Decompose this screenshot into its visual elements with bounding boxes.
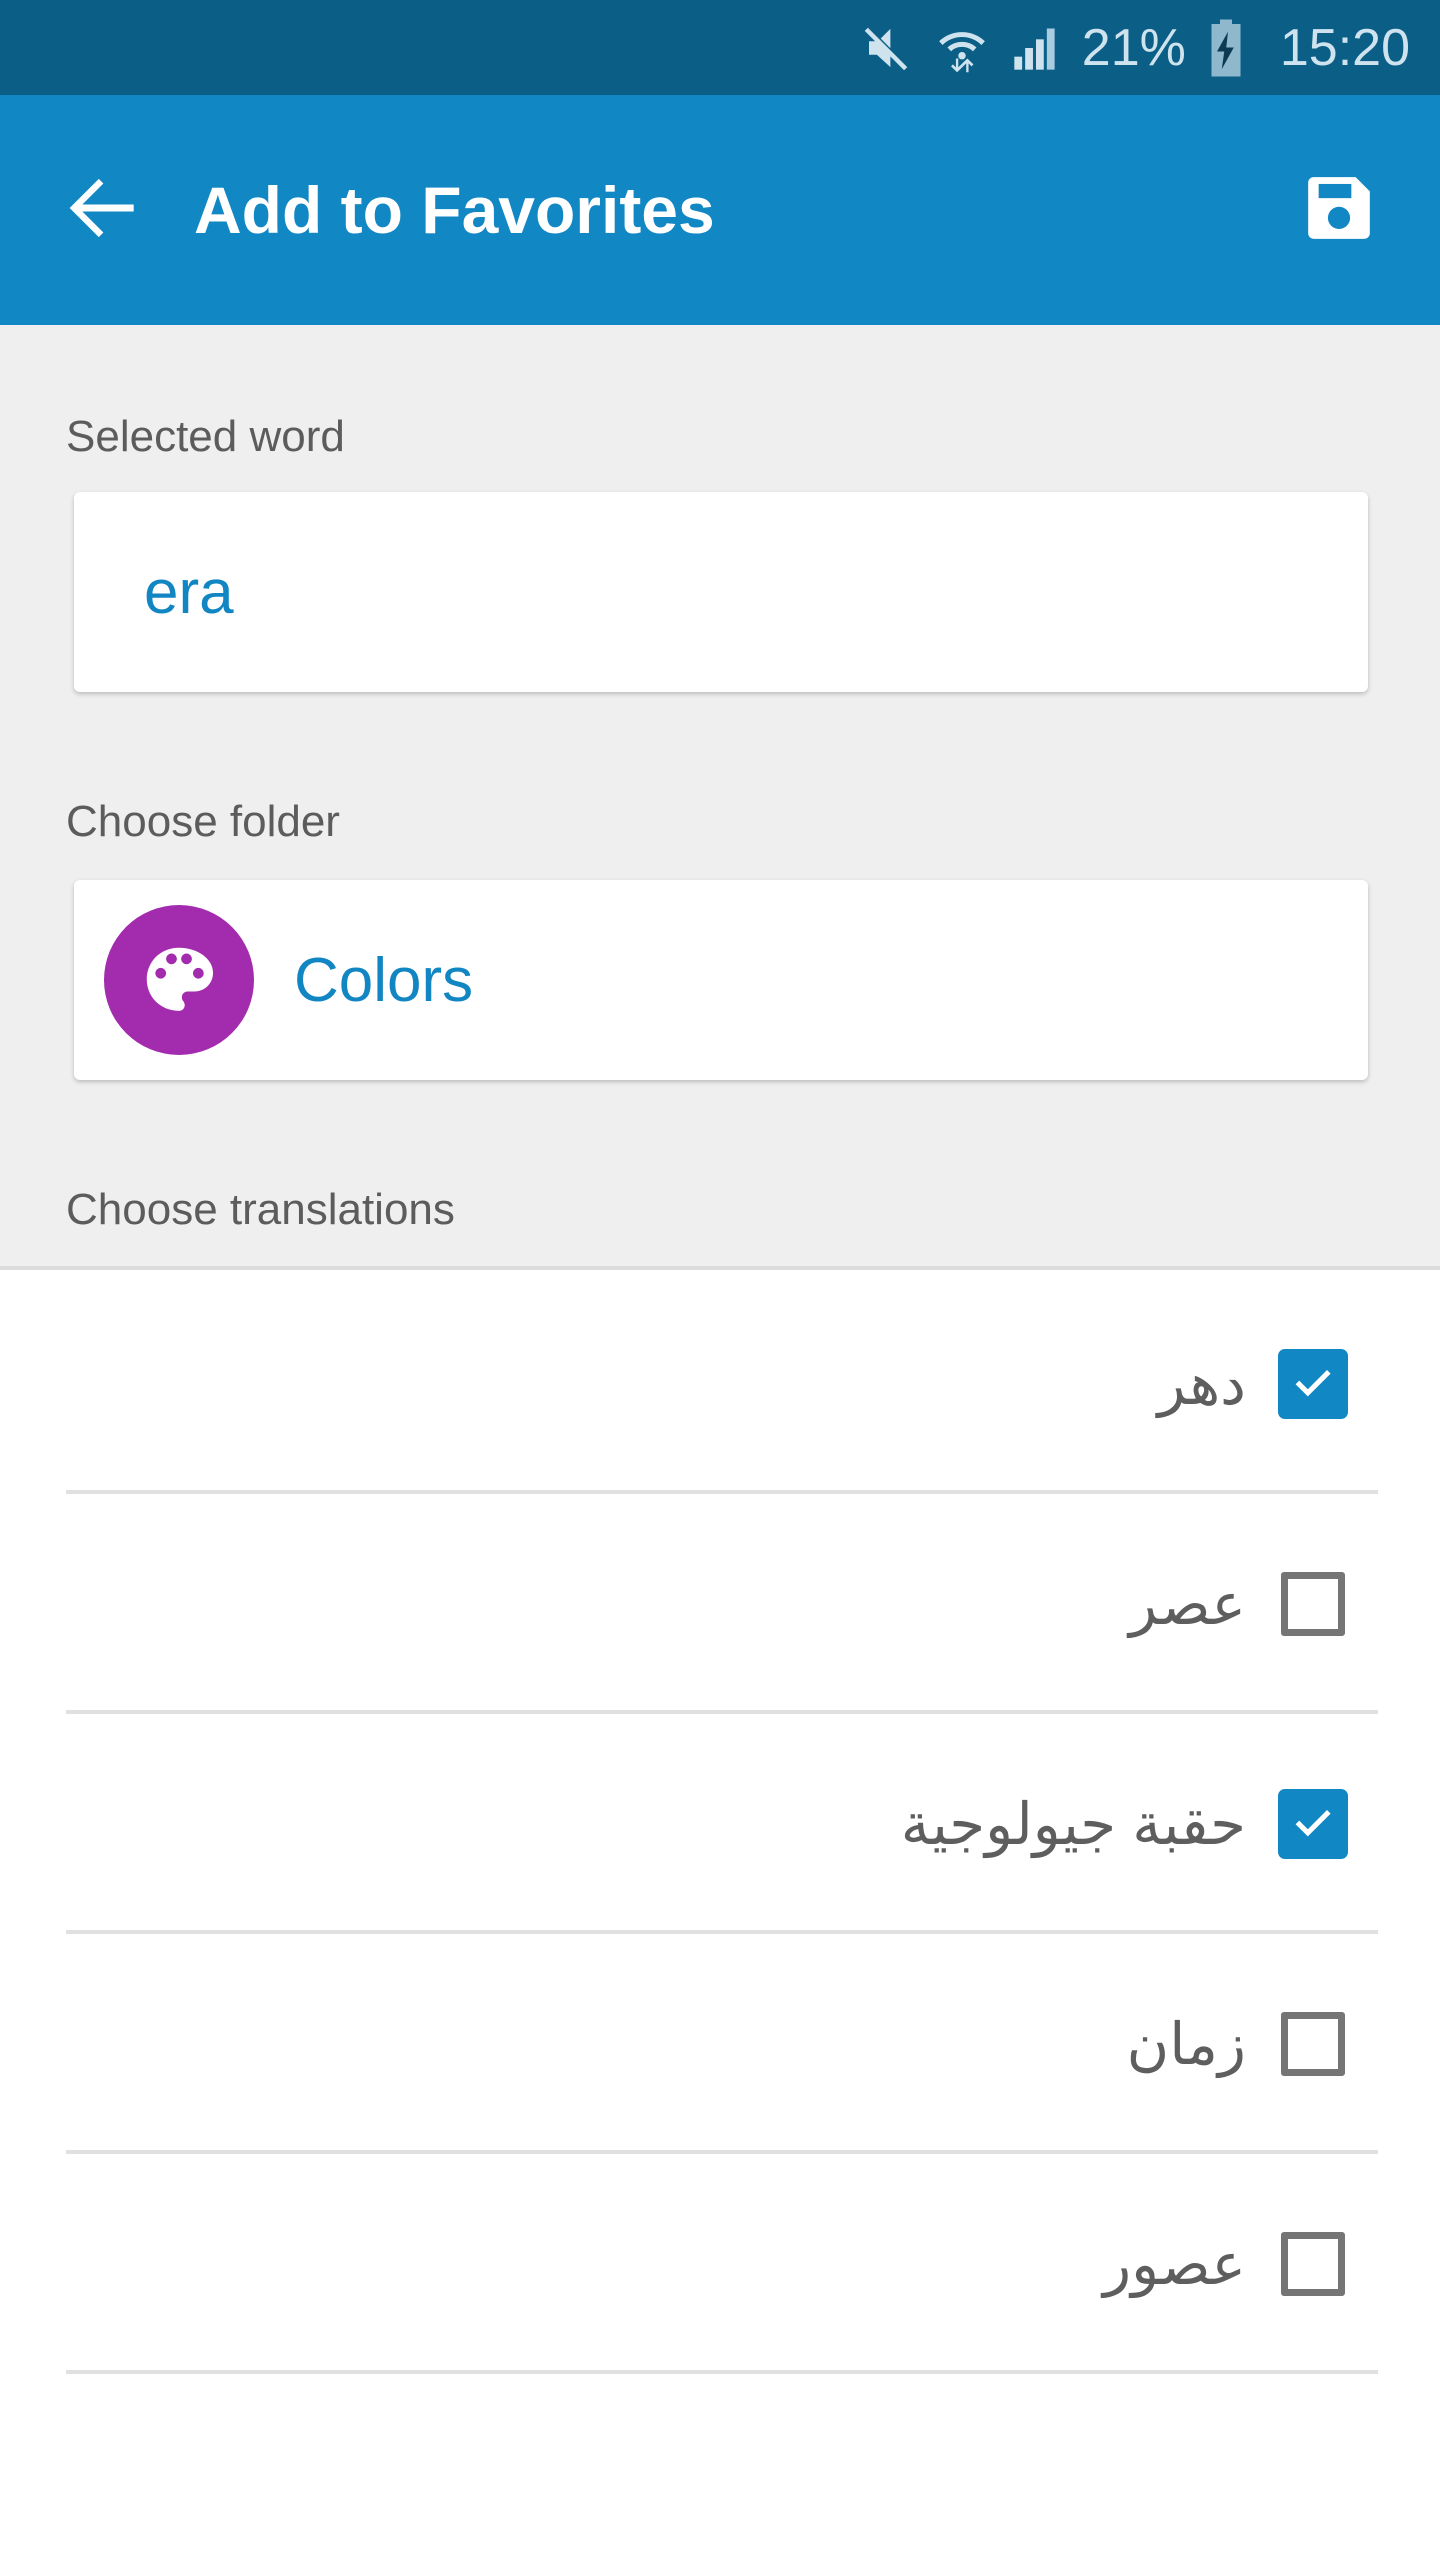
- translation-text: دهر: [1157, 1352, 1246, 1417]
- translation-row[interactable]: حقبة جيولوجية: [0, 1714, 1440, 1934]
- translation-checkbox[interactable]: [1278, 2009, 1348, 2079]
- mute-icon: [860, 21, 914, 75]
- choose-translations-label: Choose translations: [66, 1185, 455, 1234]
- palette-icon: [104, 905, 254, 1055]
- translation-row[interactable]: عصور: [0, 2154, 1440, 2374]
- folder-icon-wrap: [104, 905, 254, 1055]
- row-divider: [66, 2370, 1378, 2374]
- checkbox-unchecked-icon: [1281, 2232, 1345, 2296]
- translation-text: عصور: [1103, 2232, 1246, 2297]
- translation-text: زمان: [1126, 2012, 1246, 2077]
- save-button[interactable]: [1284, 155, 1394, 265]
- battery-percent-label: 21%: [1081, 18, 1186, 77]
- translation-text: حقبة جيولوجية: [900, 1792, 1246, 1857]
- checkbox-unchecked-icon: [1281, 2012, 1345, 2076]
- translation-checkbox[interactable]: [1278, 2229, 1348, 2299]
- form-area: Selected word era Choose folder Colors C…: [0, 325, 1440, 1270]
- app-screen: 21% 15:20 Add to Favorites Selected word…: [0, 0, 1440, 2560]
- clock-label: 15:20: [1279, 18, 1410, 77]
- page-title: Add to Favorites: [194, 173, 715, 247]
- translation-row[interactable]: عصر: [0, 1494, 1440, 1714]
- folder-selector-card[interactable]: Colors: [74, 880, 1368, 1080]
- selected-word-card[interactable]: era: [74, 492, 1368, 692]
- translation-row[interactable]: زمان: [0, 1934, 1440, 2154]
- app-bar: Add to Favorites: [0, 95, 1440, 325]
- checkbox-checked-icon: [1278, 1349, 1348, 1419]
- signal-icon: [1010, 22, 1062, 74]
- translation-text: عصر: [1129, 1572, 1246, 1637]
- back-button[interactable]: [48, 155, 158, 265]
- choose-folder-label: Choose folder: [66, 797, 340, 846]
- checkbox-unchecked-icon: [1281, 1572, 1345, 1636]
- translation-checkbox[interactable]: [1278, 1569, 1348, 1639]
- folder-name-label: Colors: [294, 945, 474, 1015]
- translation-checkbox[interactable]: [1278, 1789, 1348, 1859]
- save-floppy-icon: [1302, 171, 1376, 250]
- selected-word-label: Selected word: [66, 412, 345, 461]
- translation-checkbox[interactable]: [1278, 1349, 1348, 1419]
- battery-charging-icon: [1206, 18, 1246, 78]
- translations-list: دهر عصر حقبة جيولوجية زمان عصور: [0, 1274, 1440, 2374]
- status-bar: 21% 15:20: [0, 0, 1440, 95]
- translation-row[interactable]: دهر: [0, 1274, 1440, 1494]
- wifi-icon: [934, 20, 990, 76]
- selected-word-value: era: [144, 557, 234, 627]
- checkbox-checked-icon: [1278, 1789, 1348, 1859]
- arrow-left-icon: [57, 162, 149, 259]
